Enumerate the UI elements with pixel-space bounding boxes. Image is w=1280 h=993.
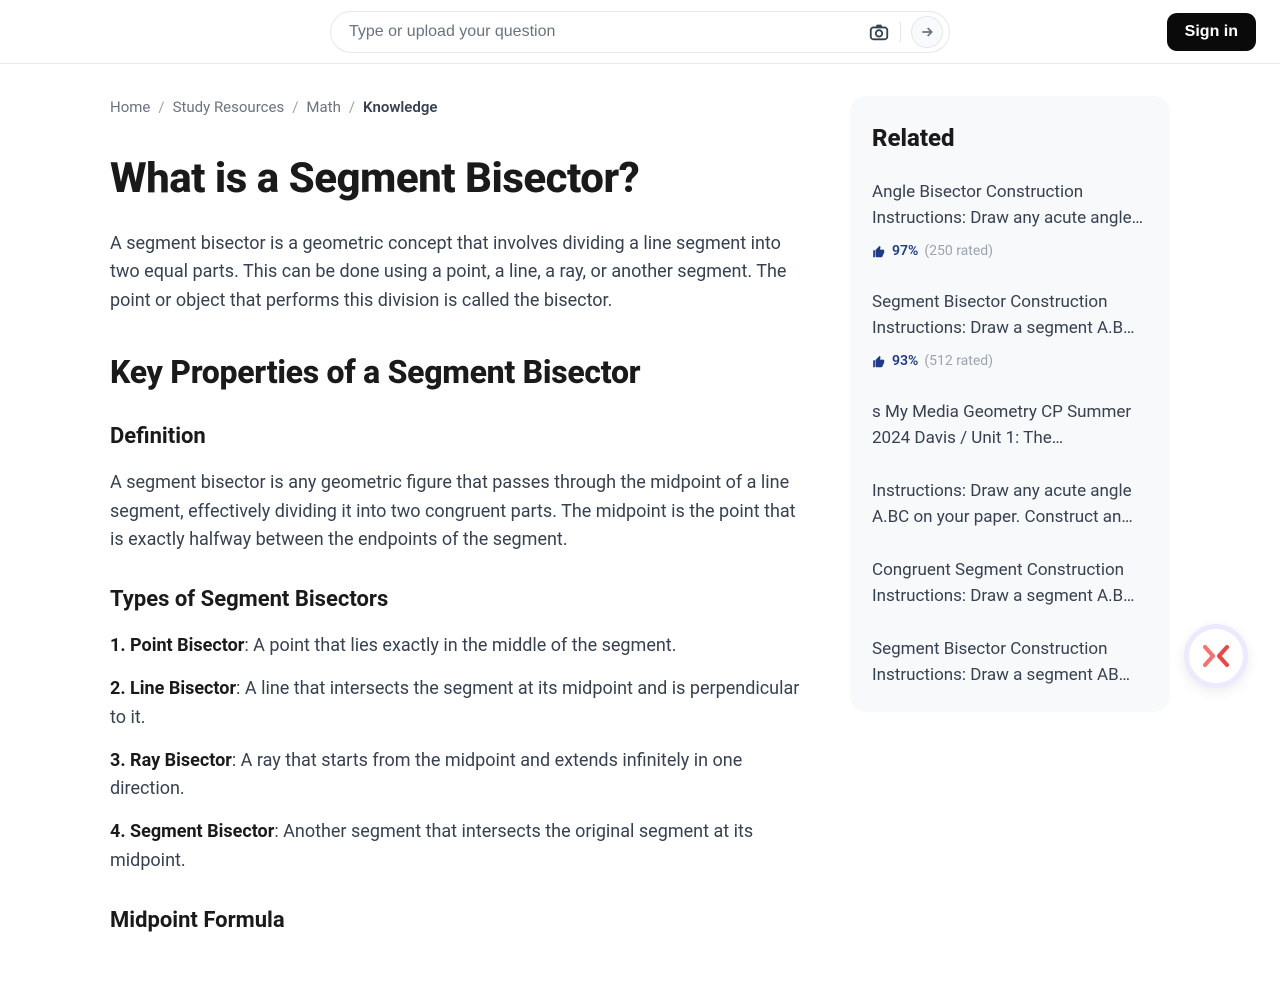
search-box (330, 11, 950, 53)
thumbs-up-icon (872, 245, 886, 259)
list-item: 1. Point Bisector: A point that lies exa… (110, 632, 810, 661)
arrow-right-icon (919, 24, 935, 40)
signin-button[interactable]: Sign in (1167, 13, 1256, 51)
related-heading: Related (872, 120, 1148, 156)
page-title: What is a Segment Bisector? (110, 147, 810, 210)
related-title: s My Media Geometry CP Summer 2024 Davis… (872, 400, 1148, 451)
rating-count: (512 rated) (924, 351, 993, 372)
breadcrumb: Home / Study Resources / Math / Knowledg… (110, 96, 810, 119)
related-title: Instructions: Draw any acute angle A.BC … (872, 479, 1148, 530)
list-item: 2. Line Bisector: A line that intersects… (110, 675, 810, 733)
breadcrumb-sep: / (158, 96, 164, 119)
breadcrumb-home[interactable]: Home (110, 96, 150, 119)
related-item[interactable]: s My Media Geometry CP Summer 2024 Davis… (872, 400, 1148, 451)
types-list: 1. Point Bisector: A point that lies exa… (110, 632, 810, 876)
thumbs-up-icon (872, 355, 886, 369)
main-content: Home / Study Resources / Math / Knowledg… (110, 96, 810, 953)
top-bar: Sign in (0, 0, 1280, 64)
related-title: Angle Bisector Construction Instructions… (872, 180, 1148, 231)
search-input[interactable] (349, 23, 868, 41)
search-container (330, 11, 950, 53)
breadcrumb-study[interactable]: Study Resources (173, 96, 285, 119)
logo-icon (1203, 645, 1229, 667)
related-title: Segment Bisector Construction Instructio… (872, 637, 1148, 688)
related-item[interactable]: Segment Bisector Construction Instructio… (872, 637, 1148, 688)
related-item[interactable]: Instructions: Draw any acute angle A.BC … (872, 479, 1148, 530)
breadcrumb-sep: / (292, 96, 298, 119)
related-item[interactable]: Angle Bisector Construction Instructions… (872, 180, 1148, 262)
definition-paragraph: A segment bisector is any geometric figu… (110, 469, 810, 555)
subsection-midpoint: Midpoint Formula (110, 904, 810, 937)
related-item[interactable]: Segment Bisector Construction Instructio… (872, 290, 1148, 372)
related-meta: 97% (250 rated) (872, 241, 1148, 262)
rating-percent: 93% (892, 351, 918, 372)
related-box: Related Angle Bisector Construction Inst… (850, 96, 1170, 712)
related-title: Congruent Segment Construction Instructi… (872, 558, 1148, 609)
breadcrumb-sep: / (349, 96, 355, 119)
intro-paragraph: A segment bisector is a geometric concep… (110, 230, 810, 316)
related-meta: 93% (512 rated) (872, 351, 1148, 372)
breadcrumb-current: Knowledge (363, 96, 437, 119)
list-item: 3. Ray Bisector: A ray that starts from … (110, 747, 810, 805)
camera-icon[interactable] (868, 21, 890, 43)
subsection-definition: Definition (110, 420, 810, 453)
rating-percent: 97% (892, 241, 918, 262)
subsection-types: Types of Segment Bisectors (110, 583, 810, 616)
submit-button[interactable] (911, 16, 943, 48)
breadcrumb-math[interactable]: Math (306, 96, 340, 119)
divider (900, 22, 901, 42)
section-heading: Key Properties of a Segment Bisector (110, 348, 810, 396)
rating-count: (250 rated) (924, 241, 993, 262)
related-sidebar: Related Angle Bisector Construction Inst… (850, 96, 1170, 953)
list-item: 4. Segment Bisector: Another segment tha… (110, 818, 810, 876)
related-item[interactable]: Congruent Segment Construction Instructi… (872, 558, 1148, 609)
help-fab[interactable] (1184, 624, 1248, 688)
related-title: Segment Bisector Construction Instructio… (872, 290, 1148, 341)
page-container: Home / Study Resources / Math / Knowledg… (110, 64, 1170, 993)
